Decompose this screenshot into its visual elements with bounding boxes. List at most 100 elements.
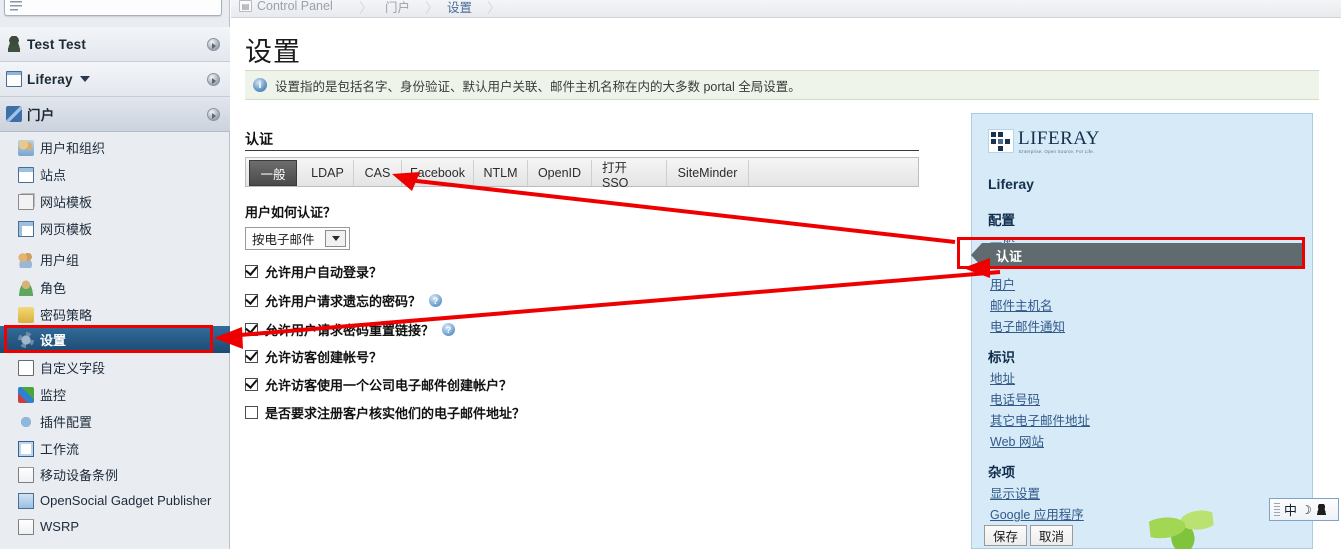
rp-link-additional-email-addresses[interactable]: 其它电子邮件地址 (990, 410, 1090, 429)
folder-icon (18, 466, 34, 483)
page-title: 设置 (245, 37, 301, 67)
user-group-icon (18, 251, 34, 268)
help-icon[interactable]: ? (429, 294, 443, 307)
rp-link-mail-host-names[interactable]: 邮件主机名 (990, 295, 1053, 314)
breadcrumb-label: 门户 (385, 0, 411, 15)
auth-method-select[interactable]: 按电子邮件 (245, 227, 350, 250)
rp-link-phone-numbers[interactable]: 电话号码 (990, 389, 1040, 408)
users-icon (18, 139, 34, 156)
rp-link-users[interactable]: 用户 (990, 274, 1015, 293)
rp-link-email-notifications[interactable]: 电子邮件通知 (990, 316, 1065, 335)
liferay-logo-tagline: Enterprise. Open Source. For Life. (1019, 149, 1095, 154)
checkbox-company-email-account[interactable] (245, 378, 258, 391)
sidebar-item-label: 用户组 (40, 253, 80, 268)
search-icon (10, 1, 24, 12)
user-icon[interactable] (1315, 504, 1327, 515)
breadcrumb: ▤ Control Panel 〉 门户 〉 设置 〉 (231, 0, 1341, 18)
breadcrumb-item-settings[interactable]: 设置 (447, 0, 472, 15)
sidebar-header-portal[interactable]: 门户 (0, 97, 230, 132)
tab-facebook[interactable]: Facebook (402, 160, 474, 186)
group-heading-identification: 标识 (988, 350, 1015, 365)
tab-ldap[interactable]: LDAP (302, 160, 354, 186)
rp-link-websites[interactable]: Web 网站 (990, 431, 1044, 450)
sidebar-item-wsrp[interactable]: WSRP (0, 513, 230, 540)
tab-openid[interactable]: OpenID (528, 160, 592, 186)
checkbox-forgotten-password[interactable] (245, 294, 258, 307)
auth-question-label: 用户如何认证？ (245, 205, 337, 220)
rp-link-display-settings[interactable]: 显示设置 (990, 483, 1040, 502)
breadcrumb-item-control-panel[interactable]: ▤ Control Panel (239, 0, 333, 15)
save-button[interactable]: 保存 (984, 525, 1028, 546)
sidebar-item-plugins-config[interactable]: 插件配置 (0, 408, 230, 435)
sidebar-item-label: WSRP (40, 519, 79, 534)
sidebar-header-portal-label: 门户 (27, 108, 55, 123)
sidebar-item-label: 移动设备条例 (40, 468, 119, 483)
help-icon[interactable]: ? (442, 323, 456, 336)
sidebar-item-sites[interactable]: 站点 (0, 161, 230, 188)
sidebar-item-mobile-rules[interactable]: 移动设备条例 (0, 461, 230, 488)
expand-toggle-icon[interactable] (207, 108, 220, 121)
monitor-icon (18, 386, 34, 403)
sidebar-item-roles[interactable]: 角色 (0, 274, 230, 301)
checkbox-row-guest-create-account[interactable]: 允许访客创建帐号？ (245, 347, 382, 366)
sidebar-item-custom-fields[interactable]: 自定义字段 (0, 354, 230, 381)
tab-open-sso[interactable]: 打开 SSO (592, 160, 667, 190)
checkbox-label: 允许用户自动登录？ (265, 265, 383, 280)
password-icon (18, 306, 34, 323)
ime-language-bar[interactable]: 中 ☽ (1269, 498, 1339, 521)
ime-mode-label[interactable]: 中 (1284, 500, 1297, 519)
section-title: 认证 (245, 131, 273, 147)
company-name: Liferay (988, 176, 1034, 192)
checkbox-auto-login[interactable] (245, 265, 258, 278)
chevron-down-icon[interactable] (325, 230, 346, 247)
moon-icon[interactable]: ☽ (1301, 503, 1312, 517)
sidebar-item-opensocial-gadget-publisher[interactable]: OpenSocial Gadget Publisher (0, 487, 230, 514)
checkbox-row-auto-login[interactable]: 允许用户自动登录？ (245, 262, 382, 281)
sidebar-header-user[interactable]: Test Test (0, 27, 230, 62)
checkbox-verify-email[interactable] (245, 406, 258, 419)
chevron-down-icon[interactable] (79, 76, 90, 82)
breadcrumb-separator: 〉 (487, 0, 501, 16)
info-banner-text: 设置指的是包括名字、身份验证、默认用户关联、邮件主机名称在内的大多数 porta… (275, 79, 801, 94)
checkbox-row-password-reset-link[interactable]: 允许用户请求密码重置链接？ ? (245, 320, 456, 339)
checkbox-password-reset-link[interactable] (245, 323, 258, 336)
sidebar-item-site-templates[interactable]: 网站模板 (0, 188, 230, 215)
drag-handle-icon[interactable] (1274, 503, 1280, 516)
sidebar-item-page-templates[interactable]: 网页模板 (0, 215, 230, 242)
breadcrumb-separator: 〉 (359, 0, 373, 16)
person-icon (6, 36, 22, 52)
rp-link-google-apps[interactable]: Google 应用程序 (990, 504, 1084, 523)
sidebar-header-user-label: Test Test (27, 36, 87, 52)
rp-link-address[interactable]: 地址 (990, 368, 1015, 387)
sidebar-item-password-policies[interactable]: 密码策略 (0, 301, 230, 328)
sidebar-item-monitoring[interactable]: 监控 (0, 381, 230, 408)
breadcrumb-item-portal[interactable]: 门户 (385, 0, 410, 15)
tab-cas[interactable]: CAS (354, 160, 402, 186)
sidebar-item-workflow[interactable]: 工作流 (0, 435, 230, 462)
liferay-mark-icon (988, 129, 1014, 153)
folder-icon (18, 518, 34, 535)
checkbox-guest-create-account[interactable] (245, 350, 258, 363)
checkbox-row-company-email-account[interactable]: 允许访客使用一个公司电子邮件创建帐户？ (245, 375, 512, 394)
gadget-icon (18, 492, 34, 509)
sidebar-item-label: 监控 (40, 388, 67, 403)
cancel-button[interactable]: 取消 (1030, 525, 1074, 546)
right-panel: LIFERAY Enterprise. Open Source. For Lif… (971, 113, 1313, 549)
sidebar-item-users-orgs[interactable]: 用户和组织 (0, 134, 230, 161)
checkbox-row-verify-email[interactable]: 是否要求注册客户核实他们的电子邮件地址？ (245, 403, 525, 422)
tab-ntlm[interactable]: NTLM (474, 160, 528, 186)
sidebar-item-label: 网页模板 (40, 222, 93, 237)
sidebar-header-liferay[interactable]: Liferay (0, 62, 230, 97)
sidebar: Test Test Liferay 门户 用户和组织 站点 网站模板 网页模板 (0, 0, 230, 549)
leaf-decoration-icon (1148, 506, 1216, 549)
checkbox-row-forgotten-password[interactable]: 允许用户请求遗忘的密码？ ? (245, 291, 443, 310)
tab-siteminder[interactable]: SiteMinder (667, 160, 749, 186)
search-input[interactable] (4, 0, 222, 16)
annotation-box-sidebar-settings (4, 325, 213, 353)
sidebar-item-label: 站点 (40, 168, 67, 183)
expand-toggle-icon[interactable] (207, 38, 220, 51)
tab-general[interactable]: 一般 (249, 160, 297, 186)
checkbox-label: 允许访客创建帐号？ (265, 350, 383, 365)
expand-toggle-icon[interactable] (207, 73, 220, 86)
sidebar-item-user-groups[interactable]: 用户组 (0, 246, 230, 273)
